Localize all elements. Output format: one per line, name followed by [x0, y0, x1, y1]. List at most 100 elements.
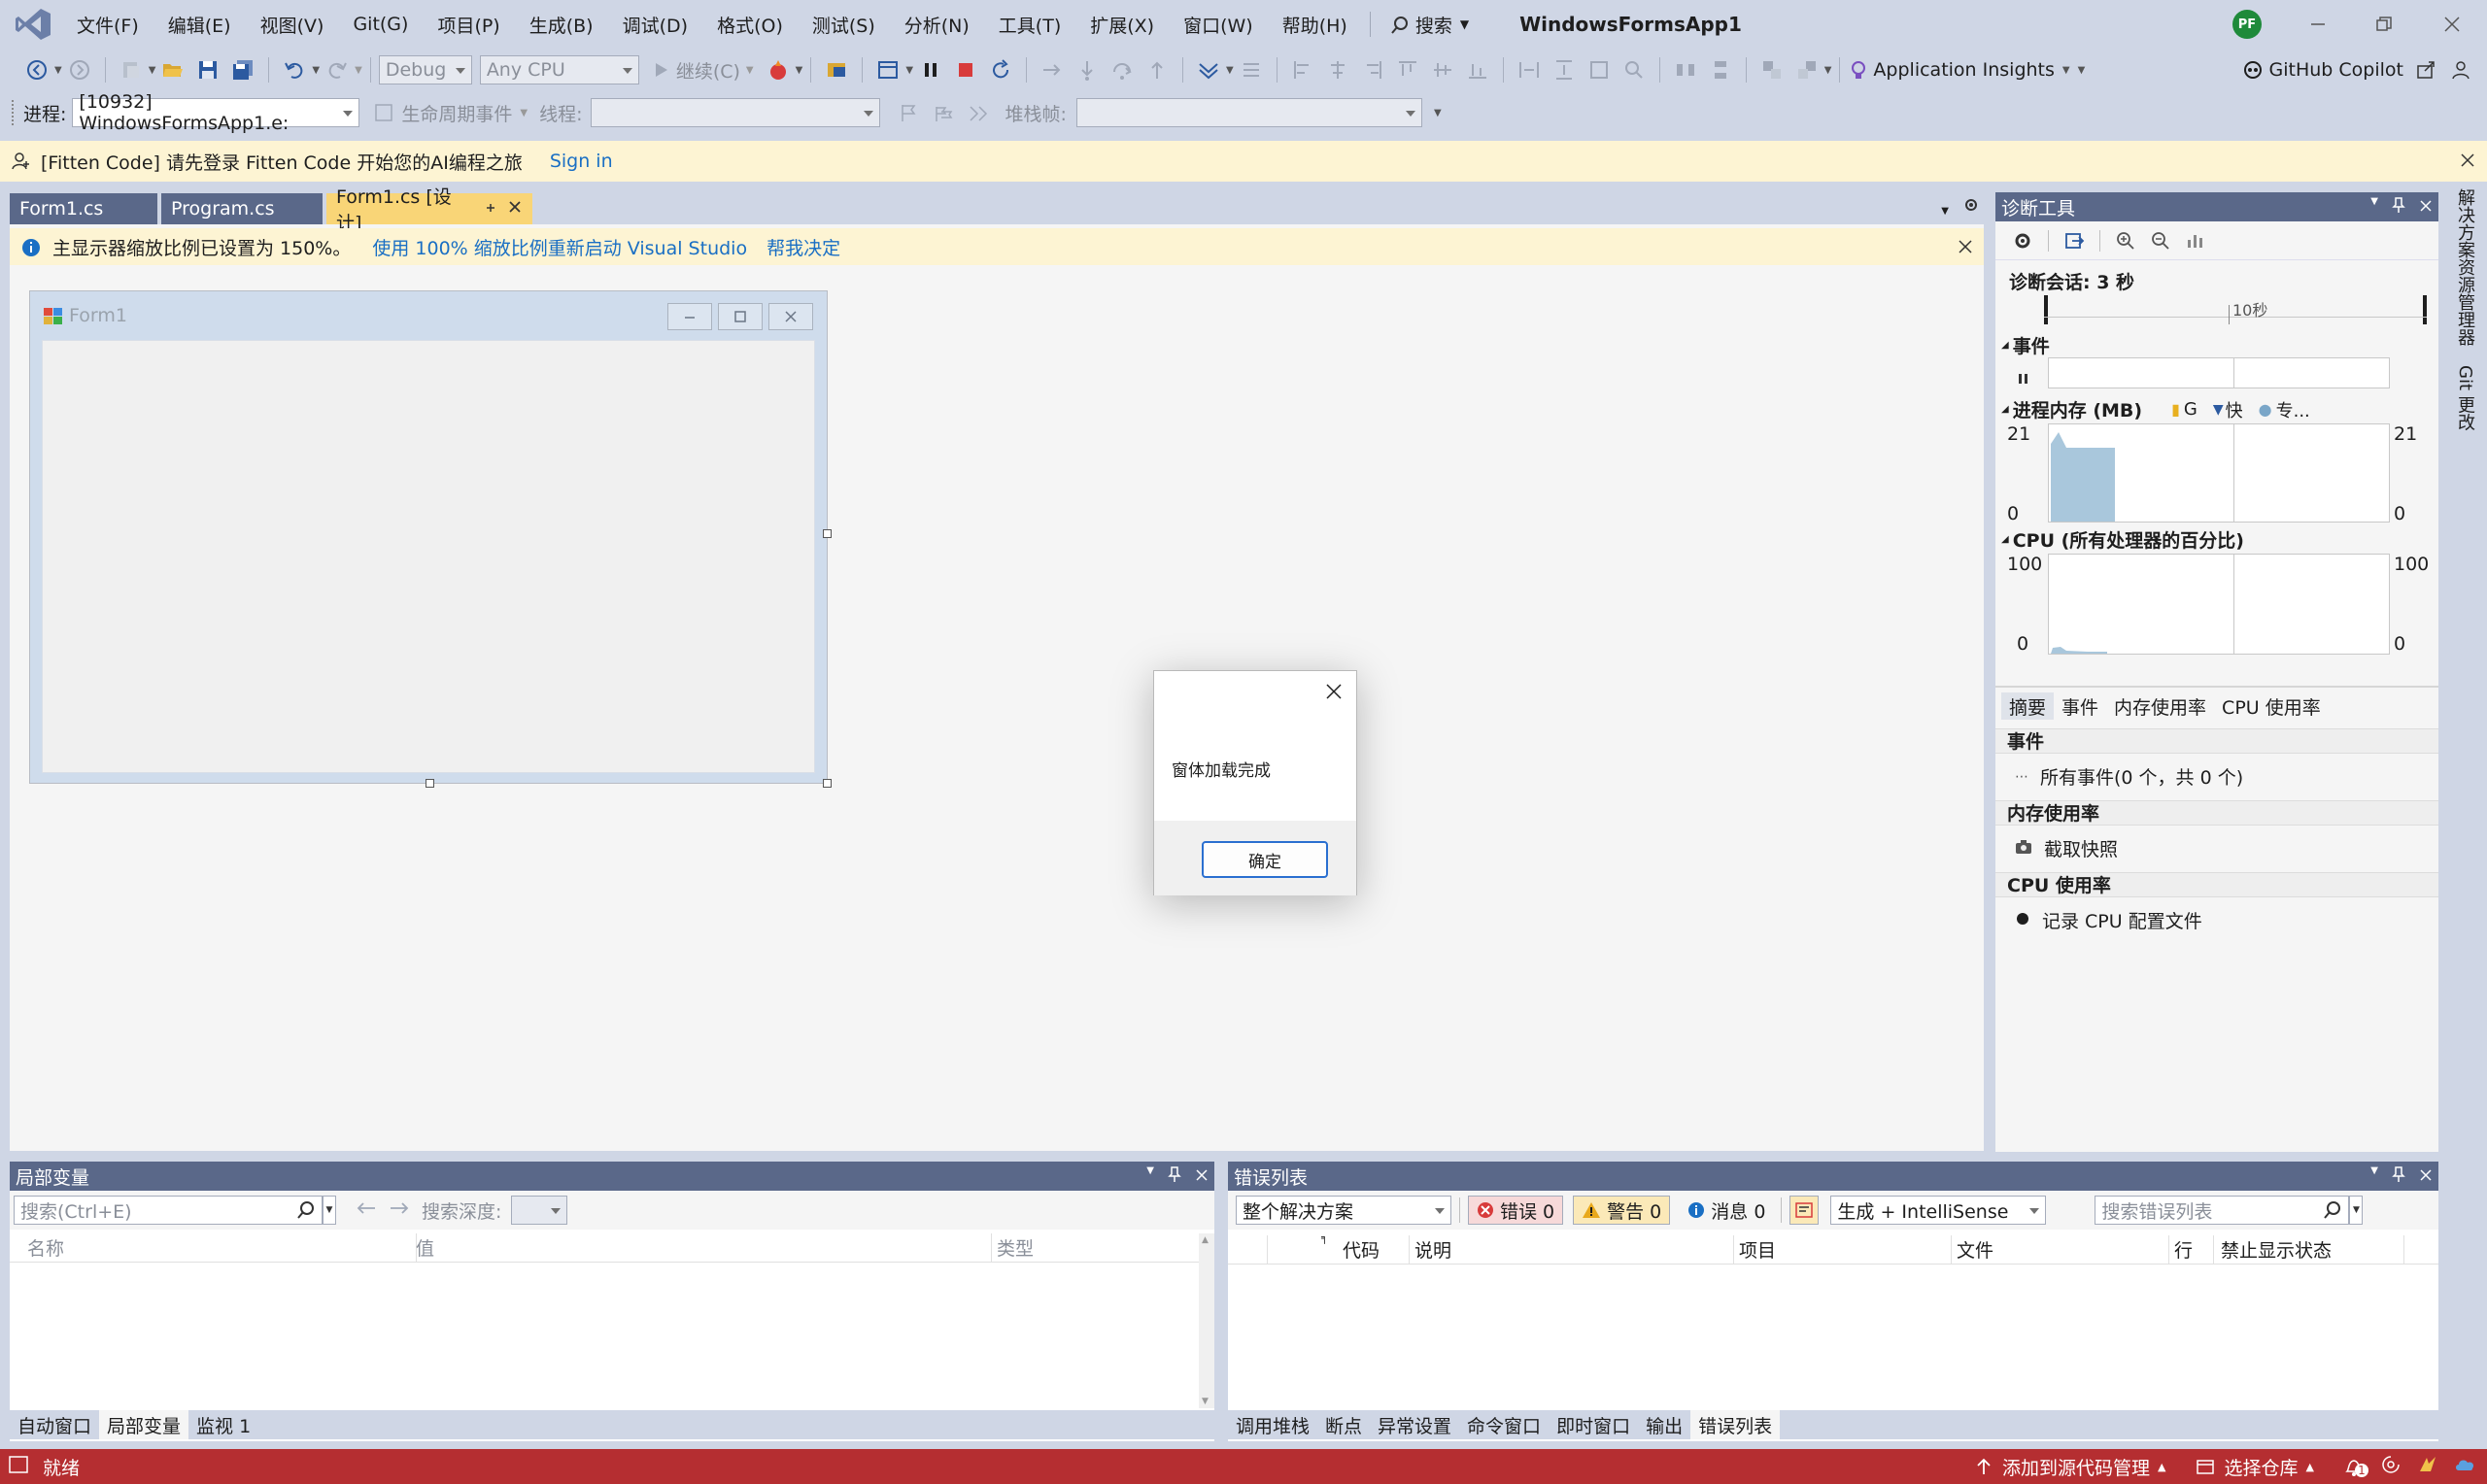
horizontal-spacing-button[interactable]: [1671, 55, 1700, 84]
search-depth-select[interactable]: [511, 1196, 568, 1225]
show-next-statement-button[interactable]: [1038, 55, 1067, 84]
step-into-button[interactable]: [1073, 55, 1102, 84]
tab-form1-cs[interactable]: Form1.cs: [10, 193, 157, 224]
chevron-down-icon[interactable]: ▼: [796, 65, 803, 76]
error-scope-select[interactable]: 整个解决方案: [1236, 1196, 1451, 1225]
toolbar-overflow-icon[interactable]: ▼: [1434, 108, 1442, 118]
close-panel-button[interactable]: [2419, 196, 2433, 219]
column-code[interactable]: 代码: [1343, 1236, 1380, 1263]
column-value[interactable]: 值: [416, 1234, 434, 1261]
solution-configuration-select[interactable]: Debug: [378, 55, 472, 84]
break-all-button[interactable]: [916, 55, 945, 84]
tab-summary[interactable]: 摘要: [2001, 692, 2055, 720]
menu-format[interactable]: 格式(O): [702, 12, 798, 38]
menu-project[interactable]: 项目(P): [423, 12, 514, 38]
tab-program-cs[interactable]: Program.cs: [161, 193, 323, 224]
make-same-width-button[interactable]: [1515, 55, 1544, 84]
live-share-button[interactable]: [2380, 1454, 2402, 1480]
zoom-out-button[interactable]: [2146, 226, 2175, 255]
messages-filter-button[interactable]: 消息 0: [1680, 1196, 1773, 1225]
step-over-button[interactable]: [1107, 55, 1137, 84]
reset-view-button[interactable]: [2181, 226, 2210, 255]
tab-immediate-window[interactable]: 即时窗口: [1549, 1410, 1638, 1439]
make-same-size-button[interactable]: [1584, 55, 1614, 84]
redo-button[interactable]: [323, 55, 352, 84]
pause-events-button[interactable]: [2017, 369, 2030, 390]
stop-debugging-button[interactable]: [951, 55, 980, 84]
tab-settings-button[interactable]: [1962, 196, 1980, 219]
chevron-down-icon[interactable]: ▼: [312, 65, 320, 76]
step-out-button[interactable]: [1142, 55, 1172, 84]
undo-button[interactable]: [280, 55, 309, 84]
tab-output[interactable]: 输出: [1638, 1410, 1690, 1439]
stack-frame-select[interactable]: [1075, 98, 1422, 127]
build-intellisense-select[interactable]: 生成 + IntelliSense: [1830, 1196, 2047, 1225]
column-description[interactable]: 说明: [1414, 1236, 1451, 1263]
search-icon[interactable]: [296, 1200, 316, 1225]
github-copilot-button[interactable]: GitHub Copilot: [2242, 59, 2403, 81]
navigate-back-button[interactable]: [22, 55, 51, 84]
pin-icon[interactable]: [2392, 196, 2405, 219]
browse-button[interactable]: [822, 55, 851, 84]
resize-handle-bottom-right[interactable]: [823, 779, 832, 788]
navigate-forward-button[interactable]: [65, 55, 94, 84]
scroll-up-icon[interactable]: ▲: [1202, 1235, 1209, 1245]
size-to-grid-button[interactable]: [1619, 55, 1649, 84]
menu-build[interactable]: 生成(B): [515, 12, 608, 38]
toolbar-overflow-icon[interactable]: ▼: [2078, 65, 2086, 76]
close-notification-button[interactable]: [2458, 151, 2477, 175]
restart-at-100-link[interactable]: 使用 100% 缩放比例重新启动 Visual Studio: [372, 234, 747, 260]
cpu-section-header[interactable]: ◢ CPU (所有处理器的百分比): [2001, 526, 2244, 553]
form1-client-area[interactable]: [42, 340, 815, 773]
chevron-down-icon[interactable]: ▼: [1226, 65, 1234, 76]
restart-button[interactable]: [986, 55, 1015, 84]
menu-window[interactable]: 窗口(W): [1169, 12, 1268, 38]
notifications-button[interactable]: 1: [2343, 1456, 2368, 1477]
open-file-button[interactable]: [158, 55, 187, 84]
tab-command-window[interactable]: 命令窗口: [1459, 1410, 1549, 1439]
help-me-decide-link[interactable]: 帮我决定: [767, 234, 840, 260]
pin-tab-icon[interactable]: [484, 201, 497, 218]
close-tab-button[interactable]: [507, 198, 523, 219]
cpu-graph[interactable]: [2048, 554, 2390, 655]
zoom-in-button[interactable]: [2111, 226, 2140, 255]
search-forward-button[interactable]: [389, 1199, 410, 1222]
ok-button[interactable]: 确定: [1202, 841, 1328, 878]
save-button[interactable]: [193, 55, 222, 84]
menu-help[interactable]: 帮助(H): [1268, 12, 1362, 38]
pin-icon[interactable]: [1168, 1165, 1181, 1188]
memory-section-header[interactable]: ◢ 进程内存 (MB) ▮ G ▼ 快 ● 专...: [2001, 396, 2310, 422]
chevron-down-icon[interactable]: ▼: [1824, 65, 1832, 76]
align-bottoms-button[interactable]: [1463, 55, 1492, 84]
process-select[interactable]: [10932] WindowsFormsApp1.e:: [72, 91, 360, 134]
menu-view[interactable]: 视图(V): [246, 12, 339, 38]
tab-error-list[interactable]: 错误列表: [1690, 1410, 1781, 1439]
save-all-button[interactable]: [228, 55, 257, 84]
application-insights-button[interactable]: Application Insights ▼: [1848, 59, 2070, 81]
align-lefts-button[interactable]: [1288, 55, 1317, 84]
share-button[interactable]: [2411, 55, 2440, 84]
close-panel-button[interactable]: [1195, 1165, 1209, 1188]
menu-git[interactable]: Git(G): [338, 14, 423, 35]
lifecycle-events-button[interactable]: [369, 98, 398, 127]
close-window-button[interactable]: [2433, 8, 2471, 41]
column-file[interactable]: 文件: [1957, 1236, 1993, 1263]
errors-filter-button[interactable]: 错误 0: [1468, 1196, 1564, 1225]
avatar[interactable]: PF: [2232, 10, 2262, 39]
cloud-status-button[interactable]: [2454, 1454, 2477, 1480]
column-type[interactable]: 类型: [997, 1234, 1034, 1261]
all-events-link[interactable]: ⋯ 所有事件(0 个，共 0 个): [2015, 763, 2243, 790]
show-issues-from-open-files-button[interactable]: [1789, 1196, 1820, 1225]
timeline-ruler[interactable]: 10秒: [2044, 295, 2427, 324]
tab-git-changes[interactable]: Git 更改: [2452, 365, 2477, 431]
align-rights-button[interactable]: [1358, 55, 1387, 84]
tab-cpu-usage[interactable]: CPU 使用率: [2214, 693, 2329, 720]
chevron-down-icon[interactable]: ▼: [54, 65, 62, 76]
align-middles-button[interactable]: [1428, 55, 1457, 84]
thread-markers-button[interactable]: [1237, 55, 1266, 84]
copilot-status-button[interactable]: [2417, 1454, 2438, 1480]
menu-debug[interactable]: 调试(D): [608, 12, 702, 38]
resize-handle-bottom[interactable]: [426, 779, 434, 788]
toggle-thread-filter-button[interactable]: [964, 98, 993, 127]
tab-watch-1[interactable]: 监视 1: [188, 1410, 258, 1439]
